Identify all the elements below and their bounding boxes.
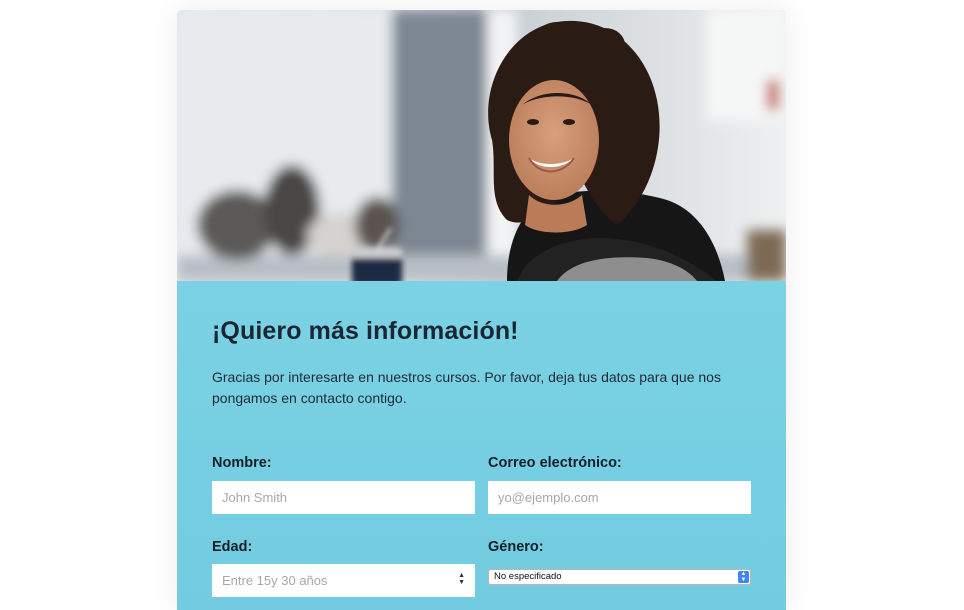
chevron-up-down-icon: ▲ ▼ — [458, 572, 465, 586]
email-input[interactable] — [488, 481, 751, 514]
age-label: Edad: — [212, 539, 253, 555]
gender-select[interactable]: No especificado ▲ ▼ — [488, 569, 751, 585]
age-selected-value: Entre 15y 30 años — [222, 573, 328, 588]
form-title: ¡Quiero más información! — [212, 317, 519, 345]
info-request-form: ¡Quiero más información! Gracias por int… — [177, 281, 786, 610]
form-description: Gracias por interesarte en nuestros curs… — [212, 369, 721, 406]
email-label: Correo electrónico: — [488, 455, 622, 471]
name-label: Nombre: — [212, 455, 272, 471]
name-input[interactable] — [212, 481, 475, 514]
age-select[interactable]: Entre 15y 30 años ▲ ▼ — [212, 564, 475, 597]
hero-photo-student-smiling — [177, 10, 786, 281]
signup-card: ¡Quiero más información! Gracias por int… — [177, 10, 786, 610]
gender-label: Género: — [488, 539, 544, 555]
